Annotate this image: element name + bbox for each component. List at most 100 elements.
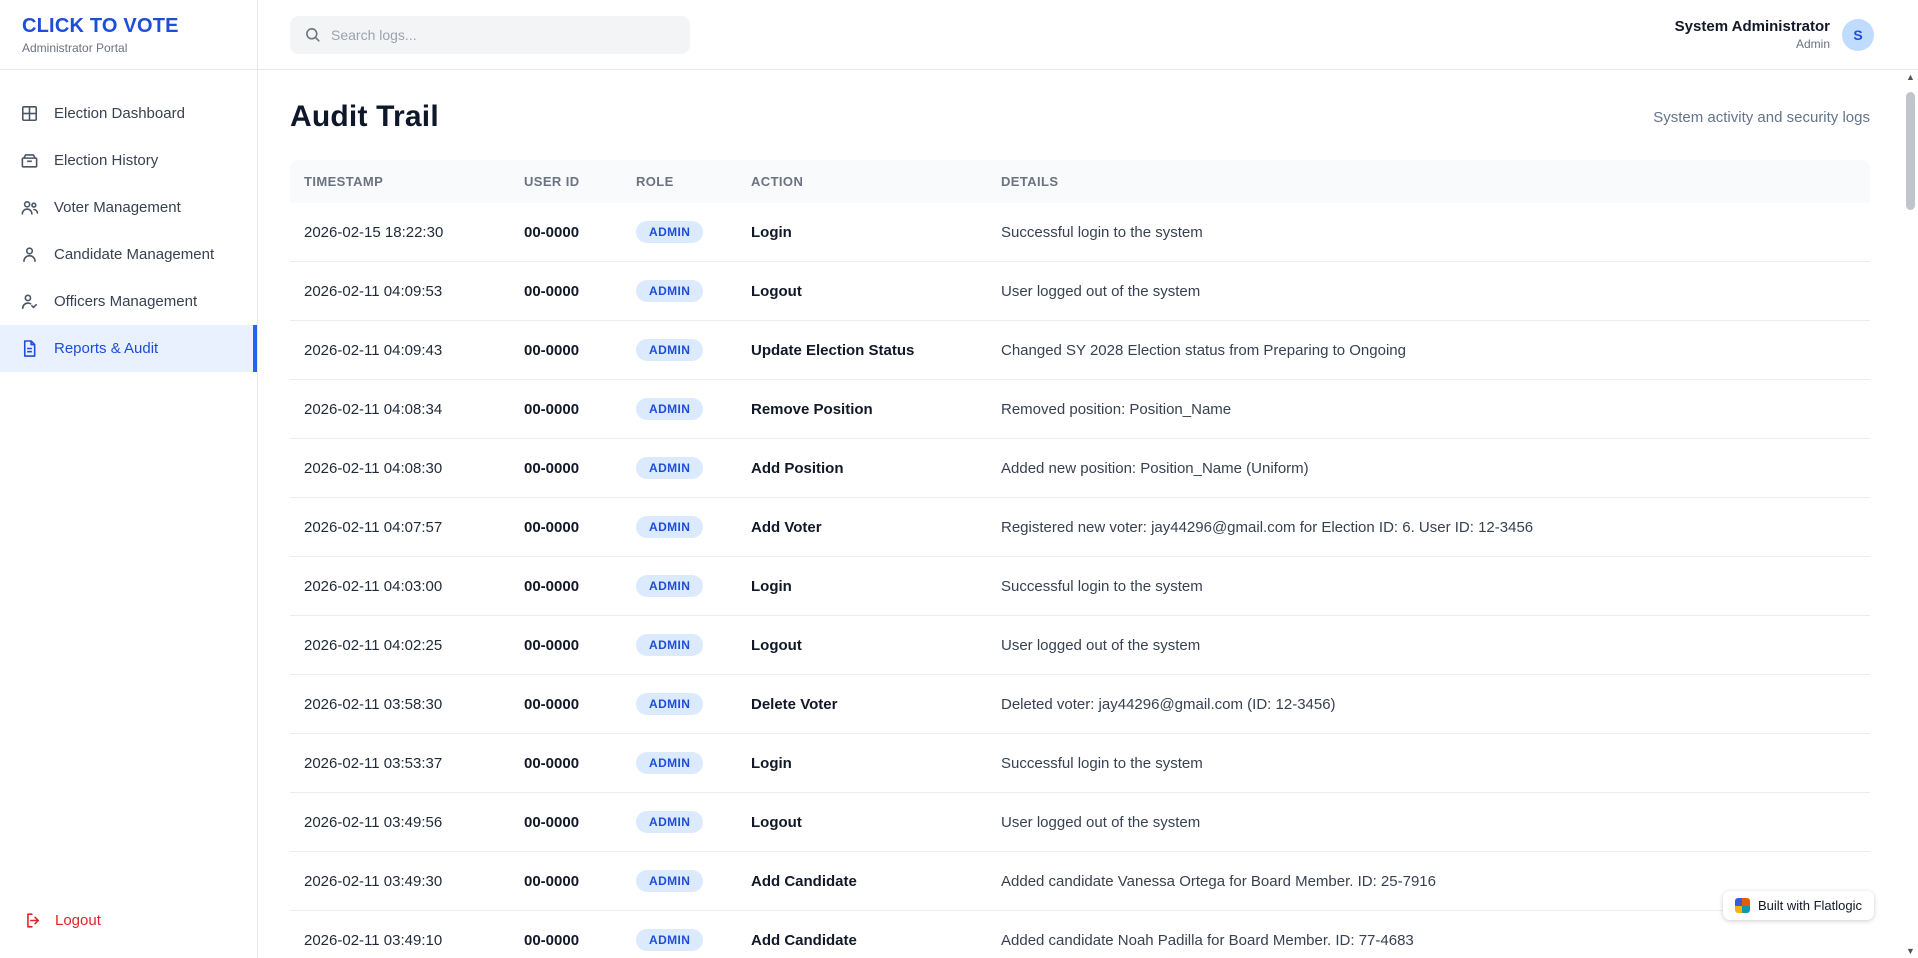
role-badge: ADMIN [636, 575, 703, 597]
role-badge: ADMIN [636, 811, 703, 833]
cell-role: ADMIN [622, 498, 737, 557]
cell-timestamp: 2026-02-11 03:49:10 [290, 911, 510, 958]
cell-user-id: 00-0000 [510, 734, 622, 793]
cell-timestamp: 2026-02-11 04:08:34 [290, 380, 510, 439]
table-row: 2026-02-11 04:08:3400-0000ADMINRemove Po… [290, 380, 1870, 439]
table-row: 2026-02-11 04:08:3000-0000ADMINAdd Posit… [290, 439, 1870, 498]
cell-action: Login [737, 734, 987, 793]
sidebar-item-officers-management[interactable]: Officers Management [0, 278, 257, 325]
cell-role: ADMIN [622, 262, 737, 321]
cell-user-id: 00-0000 [510, 203, 622, 262]
cell-user-id: 00-0000 [510, 616, 622, 675]
cell-role: ADMIN [622, 793, 737, 852]
person-icon [20, 245, 39, 264]
role-badge: ADMIN [636, 457, 703, 479]
admin-portal: CLICK TO VOTE Administrator Portal Syste… [0, 0, 1918, 958]
audit-table-body: 2026-02-15 18:22:3000-0000ADMINLoginSucc… [290, 203, 1870, 958]
sidebar-item-election-history[interactable]: Election History [0, 137, 257, 184]
sidebar-item-election-dashboard[interactable]: Election Dashboard [0, 90, 257, 137]
cell-role: ADMIN [622, 557, 737, 616]
cell-role: ADMIN [622, 911, 737, 958]
table-row: 2026-02-11 04:09:5300-0000ADMINLogoutUse… [290, 262, 1870, 321]
sidebar-nav: Election Dashboard Election HistoryVoter … [0, 90, 257, 372]
logout-label: Logout [55, 912, 101, 929]
sidebar: Election Dashboard Election HistoryVoter … [0, 70, 258, 958]
cell-action: Add Candidate [737, 911, 987, 958]
cell-user-id: 00-0000 [510, 911, 622, 958]
cell-user-id: 00-0000 [510, 498, 622, 557]
topbar: System Administrator Admin S [258, 0, 1918, 70]
cell-details: User logged out of the system [987, 616, 1870, 675]
column-header-user-id: USER ID [510, 160, 622, 203]
cell-details: Changed SY 2028 Election status from Pre… [987, 321, 1870, 380]
page-title: Audit Trail [290, 100, 439, 134]
cell-user-id: 00-0000 [510, 321, 622, 380]
cell-timestamp: 2026-02-11 03:58:30 [290, 675, 510, 734]
cell-action: Remove Position [737, 380, 987, 439]
role-badge: ADMIN [636, 221, 703, 243]
flatlogic-badge-label: Built with Flatlogic [1758, 898, 1862, 913]
sidebar-item-label: Reports & Audit [54, 340, 158, 357]
role-badge: ADMIN [636, 634, 703, 656]
avatar[interactable]: S [1842, 19, 1874, 51]
logout-button[interactable]: Logout [0, 887, 257, 958]
table-row: 2026-02-11 04:09:4300-0000ADMINUpdate El… [290, 321, 1870, 380]
cell-action: Logout [737, 262, 987, 321]
cell-action: Logout [737, 616, 987, 675]
ballot-box-icon [20, 151, 39, 170]
sidebar-item-candidate-management[interactable]: Candidate Management [0, 231, 257, 278]
cell-role: ADMIN [622, 616, 737, 675]
user-block[interactable]: System Administrator Admin S [1675, 18, 1874, 51]
built-with-flatlogic-badge[interactable]: Built with Flatlogic [1723, 891, 1874, 920]
sidebar-item-label: Officers Management [54, 293, 197, 310]
search-box[interactable] [290, 16, 690, 54]
brand-subtitle: Administrator Portal [22, 41, 235, 55]
scrollbar-thumb[interactable] [1906, 92, 1915, 210]
cell-role: ADMIN [622, 734, 737, 793]
cell-timestamp: 2026-02-11 04:09:53 [290, 262, 510, 321]
document-icon [20, 339, 39, 358]
sidebar-item-voter-management[interactable]: Voter Management [0, 184, 257, 231]
cell-action: Add Candidate [737, 852, 987, 911]
sidebar-item-label: Candidate Management [54, 246, 214, 263]
cell-timestamp: 2026-02-11 03:49:56 [290, 793, 510, 852]
scroll-down-icon[interactable]: ▼ [1903, 946, 1918, 956]
search-input[interactable] [331, 27, 676, 43]
cell-role: ADMIN [622, 675, 737, 734]
sidebar-spacer [0, 372, 257, 887]
table-row: 2026-02-11 03:53:3700-0000ADMINLoginSucc… [290, 734, 1870, 793]
vertical-scrollbar[interactable]: ▲ ▼ [1903, 70, 1918, 958]
role-badge: ADMIN [636, 398, 703, 420]
table-row: 2026-02-11 04:07:5700-0000ADMINAdd Voter… [290, 498, 1870, 557]
audit-table-head: TIMESTAMPUSER IDROLEACTIONDETAILS [290, 160, 1870, 203]
table-row: 2026-02-11 03:58:3000-0000ADMINDelete Vo… [290, 675, 1870, 734]
cell-details: Registered new voter: jay44296@gmail.com… [987, 498, 1870, 557]
sidebar-item-reports-audit[interactable]: Reports & Audit [0, 325, 257, 372]
role-badge: ADMIN [636, 929, 703, 951]
cell-action: Login [737, 203, 987, 262]
table-row: 2026-02-11 04:03:0000-0000ADMINLoginSucc… [290, 557, 1870, 616]
brand-title: CLICK TO VOTE [22, 15, 235, 38]
cell-role: ADMIN [622, 380, 737, 439]
cell-details: User logged out of the system [987, 793, 1870, 852]
scroll-up-icon[interactable]: ▲ [1903, 72, 1918, 82]
table-row: 2026-02-15 18:22:3000-0000ADMINLoginSucc… [290, 203, 1870, 262]
role-badge: ADMIN [636, 516, 703, 538]
flatlogic-logo-icon [1735, 898, 1750, 913]
cell-details: User logged out of the system [987, 262, 1870, 321]
role-badge: ADMIN [636, 339, 703, 361]
user-role: Admin [1675, 37, 1830, 51]
cell-user-id: 00-0000 [510, 439, 622, 498]
role-badge: ADMIN [636, 752, 703, 774]
role-badge: ADMIN [636, 280, 703, 302]
cell-role: ADMIN [622, 321, 737, 380]
logout-icon [24, 911, 43, 930]
sidebar-item-label: Election Dashboard [54, 105, 185, 122]
brand: CLICK TO VOTE Administrator Portal [0, 0, 258, 70]
cell-action: Delete Voter [737, 675, 987, 734]
cell-timestamp: 2026-02-11 03:49:30 [290, 852, 510, 911]
table-row: 2026-02-11 03:49:5600-0000ADMINLogoutUse… [290, 793, 1870, 852]
cell-role: ADMIN [622, 203, 737, 262]
table-row: 2026-02-11 03:49:3000-0000ADMINAdd Candi… [290, 852, 1870, 911]
search-icon [304, 26, 321, 43]
